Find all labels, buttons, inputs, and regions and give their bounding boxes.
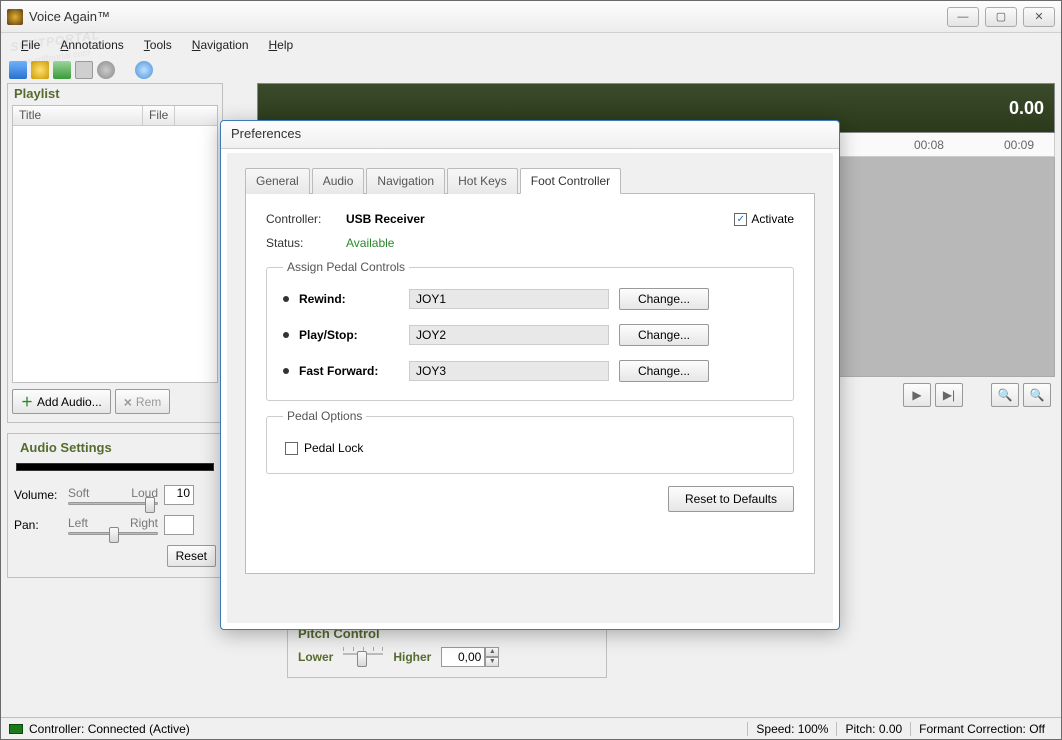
pedal-options-legend: Pedal Options xyxy=(283,409,366,423)
toolbar-new-icon[interactable] xyxy=(9,61,27,79)
activate-checkbox[interactable]: ✓ xyxy=(734,213,747,226)
status-led-icon xyxy=(9,724,23,734)
playstop-value: JOY2 xyxy=(409,325,609,345)
menubar: File Annotations Tools Navigation Help xyxy=(1,33,1061,57)
ruler-mark: 00:09 xyxy=(1004,138,1034,152)
titlebar: Voice Again™ — ▢ ✕ xyxy=(1,1,1061,33)
maximize-button[interactable]: ▢ xyxy=(985,7,1017,27)
pan-label: Pan: xyxy=(14,518,62,532)
pitch-lower-label: Lower xyxy=(298,650,333,664)
pedal-lock-label: Pedal Lock xyxy=(304,441,363,455)
window-title: Voice Again™ xyxy=(29,9,947,24)
bullet-icon xyxy=(283,332,289,338)
rewind-value: JOY1 xyxy=(409,289,609,309)
pitch-higher-label: Higher xyxy=(393,650,431,664)
plus-icon: ＋ xyxy=(21,393,33,410)
status-speed: Speed: 100% xyxy=(747,722,836,736)
tab-navigation[interactable]: Navigation xyxy=(366,168,445,194)
controller-label: Controller: xyxy=(266,212,346,226)
tab-audio[interactable]: Audio xyxy=(312,168,365,194)
level-meter xyxy=(16,463,214,471)
next-button[interactable]: ▶| xyxy=(935,383,963,407)
pitch-slider[interactable] xyxy=(343,647,383,667)
pedal-options-fieldset: Pedal Options Pedal Lock xyxy=(266,409,794,474)
zoom-in-button[interactable]: 🔍 xyxy=(1023,383,1051,407)
bullet-icon xyxy=(283,296,289,302)
ff-change-button[interactable]: Change... xyxy=(619,360,709,382)
audio-settings-title: Audio Settings xyxy=(14,438,216,457)
status-label: Status: xyxy=(266,236,346,250)
x-icon: × xyxy=(124,394,132,410)
play-button[interactable]: ▶ xyxy=(903,383,931,407)
toolbar-open-icon[interactable] xyxy=(31,61,49,79)
toolbar-save-icon[interactable] xyxy=(53,61,71,79)
pan-thumb[interactable] xyxy=(109,527,119,543)
toolbar-help-icon[interactable] xyxy=(135,61,153,79)
volume-slider[interactable] xyxy=(68,502,158,505)
dialog-title: Preferences xyxy=(221,121,839,149)
pan-value[interactable] xyxy=(164,515,194,535)
toolbar-copy-icon[interactable] xyxy=(75,61,93,79)
playlist-col-title[interactable]: Title xyxy=(13,106,143,125)
menu-tools[interactable]: Tools xyxy=(134,35,182,55)
audio-reset-button[interactable]: Reset xyxy=(167,545,216,567)
status-bar: Controller: Connected (Active) Speed: 10… xyxy=(1,717,1061,739)
playlist-panel: Playlist Title File ＋Add Audio... ×Rem xyxy=(7,83,223,423)
playlist-col-file[interactable]: File xyxy=(143,106,175,125)
playstop-label: Play/Stop: xyxy=(299,328,399,342)
add-audio-button[interactable]: ＋Add Audio... xyxy=(12,389,111,414)
volume-value[interactable]: 10 xyxy=(164,485,194,505)
menu-navigation[interactable]: Navigation xyxy=(182,35,259,55)
volume-thumb[interactable] xyxy=(145,497,155,513)
tab-content: Controller: USB Receiver ✓ Activate Stat… xyxy=(245,194,815,574)
tab-strip: General Audio Navigation Hot Keys Foot C… xyxy=(245,167,815,194)
activate-label: Activate xyxy=(751,212,794,226)
status-formant: Formant Correction: Off xyxy=(910,722,1053,736)
close-button[interactable]: ✕ xyxy=(1023,7,1055,27)
toolbar xyxy=(1,57,1061,83)
pitch-up-icon[interactable]: ▲ xyxy=(485,647,499,657)
pitch-thumb[interactable] xyxy=(357,651,367,667)
volume-label: Volume: xyxy=(14,488,62,502)
toolbar-settings-icon[interactable] xyxy=(97,61,115,79)
status-controller: Controller: Connected (Active) xyxy=(29,722,190,736)
tab-foot-controller[interactable]: Foot Controller xyxy=(520,168,621,194)
menu-file[interactable]: File xyxy=(11,35,50,55)
audio-settings-panel: Audio Settings Volume: SoftLoud 10 Pan: … xyxy=(7,433,223,578)
pedal-lock-checkbox[interactable] xyxy=(285,442,298,455)
preferences-dialog: Preferences General Audio Navigation Hot… xyxy=(220,120,840,630)
reset-defaults-button[interactable]: Reset to Defaults xyxy=(668,486,794,512)
pitch-spinner[interactable]: ▲▼ xyxy=(441,647,499,667)
assign-pedal-fieldset: Assign Pedal Controls Rewind: JOY1 Chang… xyxy=(266,260,794,401)
playlist-grid[interactable]: Title File xyxy=(12,105,218,383)
zoom-out-button[interactable]: 🔍 xyxy=(991,383,1019,407)
ff-value: JOY3 xyxy=(409,361,609,381)
minimize-button[interactable]: — xyxy=(947,7,979,27)
menu-help[interactable]: Help xyxy=(259,35,304,55)
playlist-title: Playlist xyxy=(8,84,222,103)
remove-audio-button[interactable]: ×Rem xyxy=(115,389,171,414)
controller-value: USB Receiver xyxy=(346,212,425,226)
status-pitch: Pitch: 0.00 xyxy=(836,722,910,736)
playstop-change-button[interactable]: Change... xyxy=(619,324,709,346)
rewind-change-button[interactable]: Change... xyxy=(619,288,709,310)
rewind-label: Rewind: xyxy=(299,292,399,306)
pitch-down-icon[interactable]: ▼ xyxy=(485,657,499,667)
status-value: Available xyxy=(346,236,394,250)
ff-label: Fast Forward: xyxy=(299,364,399,378)
app-icon xyxy=(7,9,23,25)
menu-annotations[interactable]: Annotations xyxy=(50,35,133,55)
ruler-mark: 00:08 xyxy=(914,138,944,152)
time-display: 0.00 xyxy=(1009,98,1044,119)
assign-pedal-legend: Assign Pedal Controls xyxy=(283,260,409,274)
pan-slider[interactable] xyxy=(68,532,158,535)
tab-general[interactable]: General xyxy=(245,168,310,194)
bullet-icon xyxy=(283,368,289,374)
tab-hotkeys[interactable]: Hot Keys xyxy=(447,168,518,194)
pitch-value[interactable] xyxy=(441,647,485,667)
